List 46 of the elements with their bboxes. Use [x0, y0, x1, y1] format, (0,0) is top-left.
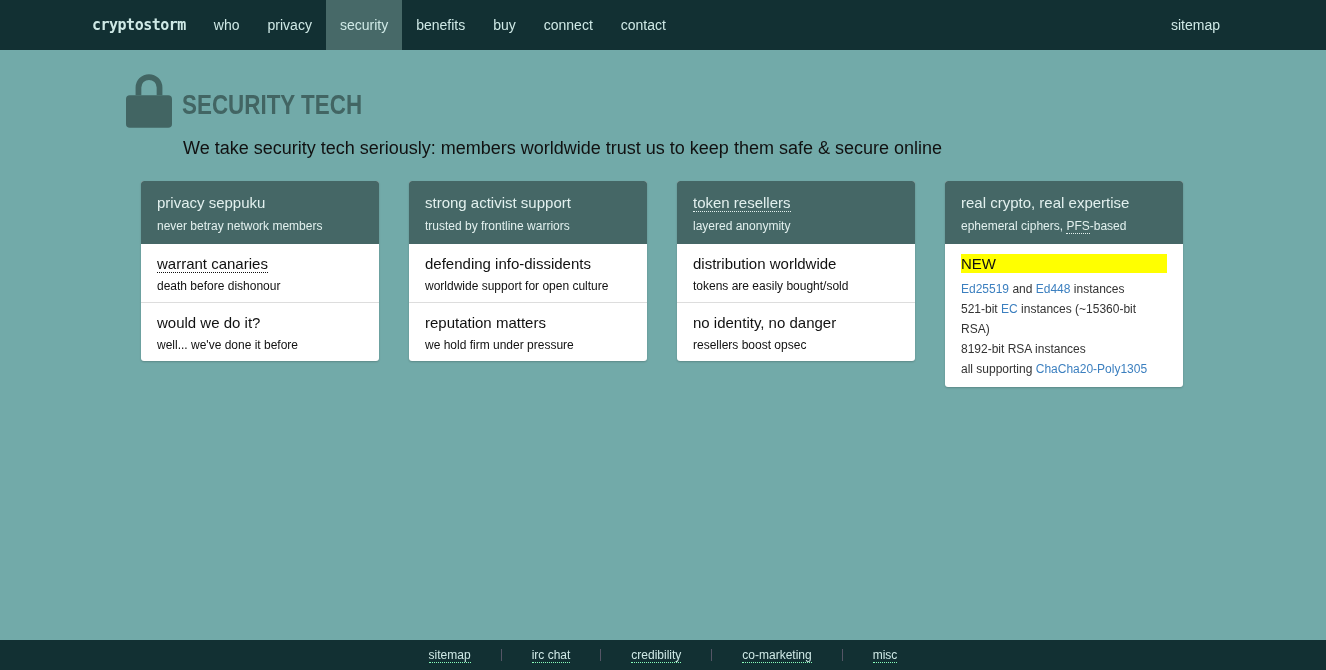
- nav-link[interactable]: privacy: [253, 0, 326, 50]
- cipher-link[interactable]: Ed448: [1035, 282, 1071, 296]
- padlock-icon: [126, 72, 172, 128]
- page-title: SECURITY TECH: [182, 89, 363, 121]
- card-subtitle: layered anonymity: [693, 219, 792, 233]
- footer-link[interactable]: misc: [872, 647, 898, 663]
- item-title: reputation matters: [425, 314, 546, 331]
- item-text: we hold firm under pressure: [425, 338, 575, 352]
- item-title: distribution worldwide: [693, 255, 837, 272]
- card-title: strong activist support: [425, 194, 571, 211]
- item-text: worldwide support for open culture: [425, 279, 610, 293]
- footer-link[interactable]: sitemap: [428, 647, 471, 663]
- note-line: all supporting ChaCha20-Poly1305: [961, 361, 1149, 378]
- item-text: tokens are easily bought/sold: [693, 279, 850, 293]
- footer-link[interactable]: co-marketing: [742, 647, 812, 663]
- card-subtitle: never betray network members: [157, 219, 324, 233]
- item-text: well... we've done it before: [157, 338, 300, 352]
- note-line: Ed25519 and Ed448 instances: [961, 281, 1126, 298]
- note-line: 521-bit EC instances (~15360-bit RSA): [961, 301, 1138, 338]
- item-text: resellers boost opsec: [693, 338, 808, 352]
- item-text: death before dishonour: [157, 279, 282, 293]
- sitemap-link[interactable]: sitemap: [1156, 0, 1234, 50]
- nav-link[interactable]: who: [199, 0, 254, 50]
- cipher-link[interactable]: EC: [1001, 302, 1018, 316]
- footer-link[interactable]: credibility: [631, 647, 682, 663]
- nav-link[interactable]: benefits: [402, 0, 480, 50]
- nav-link[interactable]: connect: [529, 0, 607, 50]
- note-line: 8192-bit RSA instances: [961, 341, 1087, 358]
- nav-link[interactable]: contact: [606, 0, 680, 50]
- item-title: warrant canaries: [157, 255, 268, 273]
- card-title: privacy seppuku: [157, 194, 266, 211]
- card-subtitle: ephemeral ciphers, PFS-based: [961, 219, 1128, 233]
- site-logo[interactable]: cryptostorm: [92, 0, 186, 50]
- cipher-link[interactable]: ChaCha20-Poly1305: [1035, 362, 1148, 376]
- card-title: token resellers: [693, 194, 791, 212]
- item-title: would we do it?: [157, 314, 261, 331]
- footer-link[interactable]: irc chat: [531, 647, 571, 663]
- nav-link[interactable]: security: [325, 0, 403, 50]
- cipher-link[interactable]: Ed25519: [961, 282, 1010, 296]
- card-title: real crypto, real expertise: [961, 194, 1130, 211]
- new-badge: NEW: [961, 254, 1167, 273]
- item-title: no identity, no danger: [693, 314, 837, 331]
- page-tagline: We take security tech seriously: members worldwide trust us to keep them safe & secure online: [183, 138, 943, 159]
- nav-link[interactable]: buy: [479, 0, 530, 50]
- item-title: defending info-dissidents: [425, 255, 591, 272]
- card-subtitle: trusted by frontline warriors: [425, 219, 571, 233]
